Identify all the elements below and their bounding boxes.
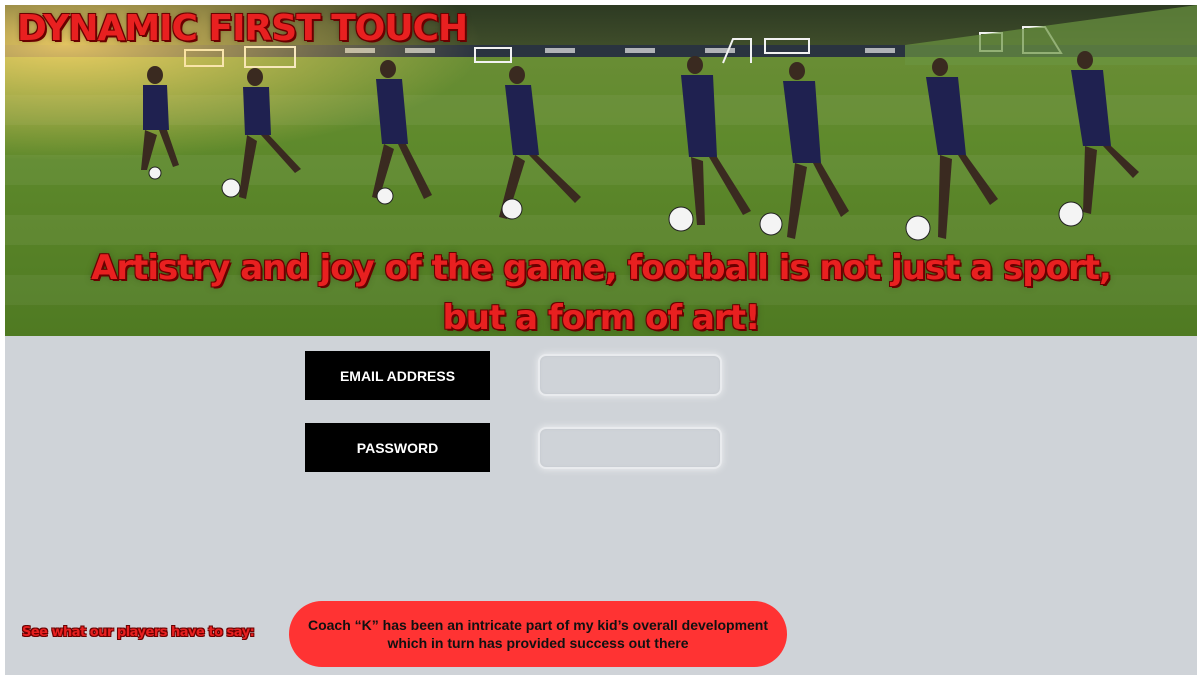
email-field[interactable] [538,354,722,396]
testimonial-quote-line-2: which in turn has provided success out t… [387,635,689,651]
brand-title: DYNAMIC FIRST TOUCH [17,8,468,49]
testimonials-prompt: See what our players have to say: [22,625,255,640]
testimonial-quote-line-1: Coach “K” has been an intricate part of … [307,617,769,633]
hero-banner: DYNAMIC FIRST TOUCH Artistry and joy of … [5,5,1197,336]
tagline-line-1: Artistry and joy of the game, football i… [91,248,1112,288]
page-frame: DYNAMIC FIRST TOUCH Artistry and joy of … [5,5,1197,675]
hero-tagline: Artistry and joy of the game, football i… [5,243,1197,336]
tagline-line-2: but a form of art! [442,298,760,336]
password-field[interactable] [538,427,722,469]
testimonial-bubble: Coach “K” has been an intricate part of … [289,601,787,667]
password-label: PASSWORD [305,423,490,472]
email-label: EMAIL ADDRESS [305,351,490,400]
